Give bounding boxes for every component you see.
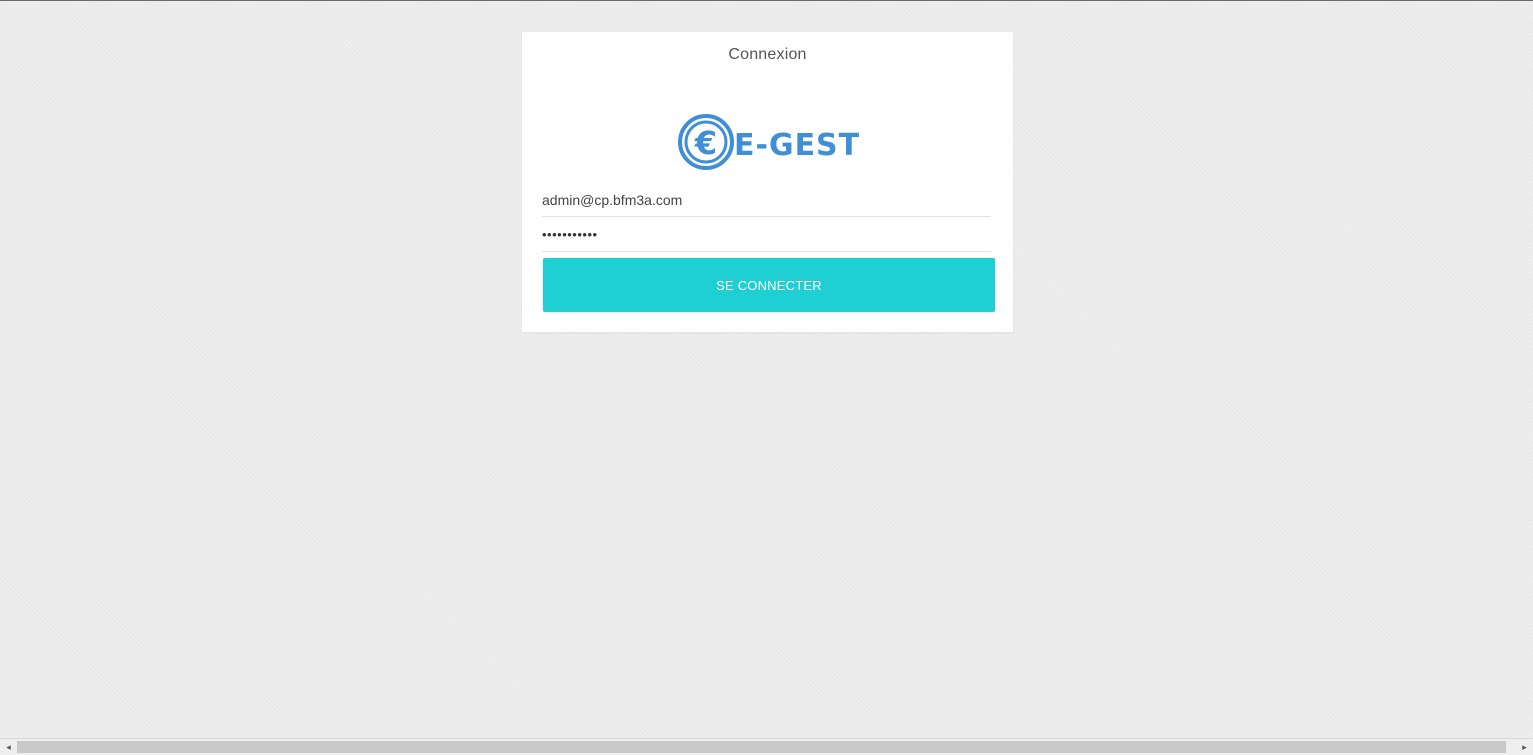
scroll-right-icon[interactable]: ▸ — [1516, 739, 1533, 755]
login-card: Connexion € E-GEST SE CONNECTER — [522, 32, 1013, 332]
password-input[interactable] — [542, 225, 991, 245]
window-top-border — [0, 0, 1533, 1]
login-title: Connexion — [728, 46, 807, 63]
e-gest-logo: € E-GEST — [678, 114, 860, 170]
horizontal-scrollbar[interactable]: ◂ ▸ — [0, 738, 1533, 755]
email-field[interactable] — [542, 190, 991, 217]
login-button[interactable]: SE CONNECTER — [543, 258, 995, 312]
svg-text:E-GEST: E-GEST — [734, 128, 860, 163]
scroll-left-icon[interactable]: ◂ — [0, 739, 17, 755]
email-input[interactable] — [542, 190, 991, 210]
password-field[interactable] — [542, 225, 991, 252]
svg-text:€: € — [694, 124, 717, 162]
scrollbar-thumb[interactable] — [17, 741, 1506, 753]
